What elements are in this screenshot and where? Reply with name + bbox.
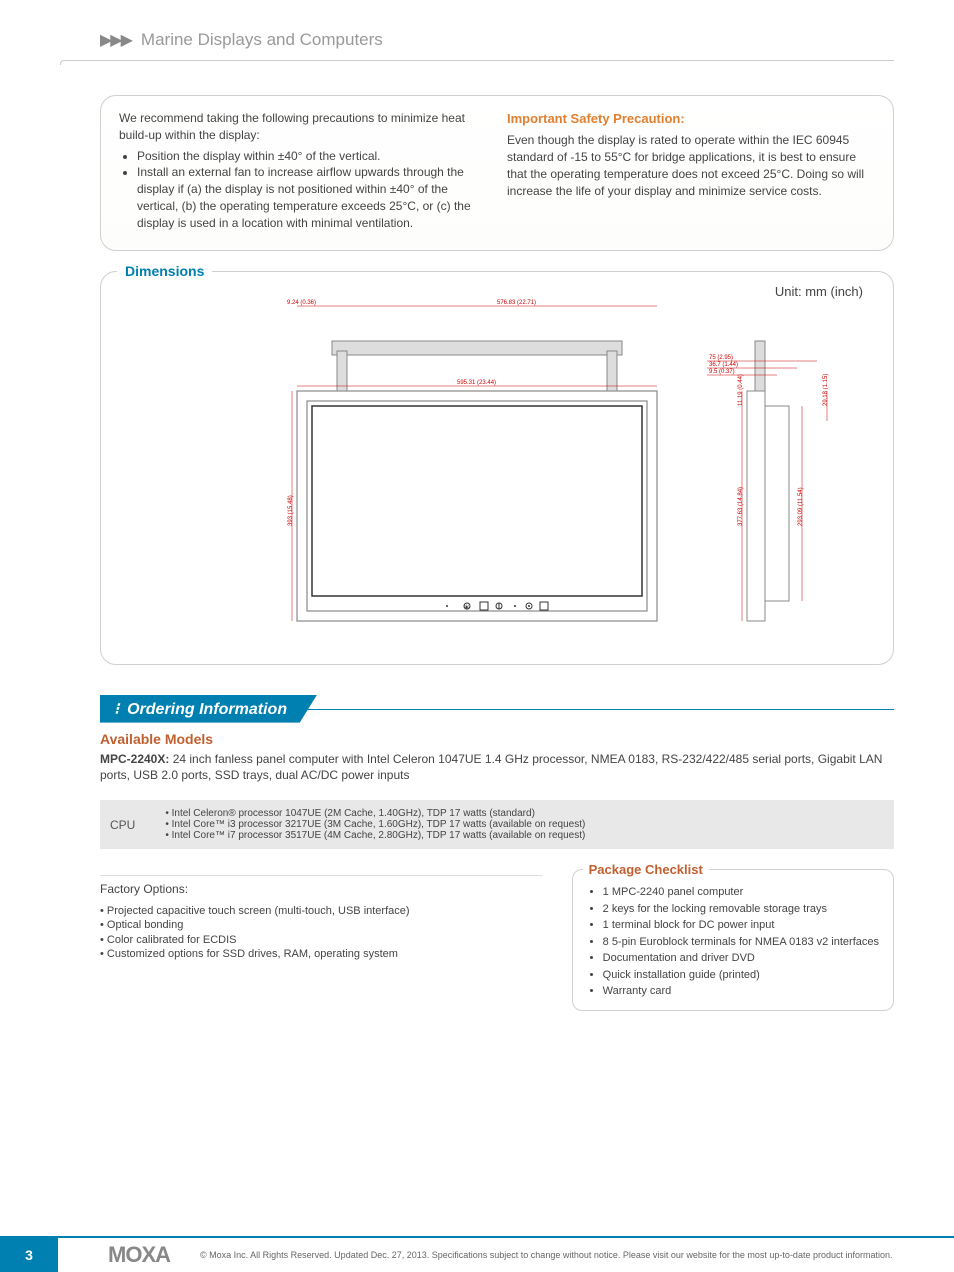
svg-text:☀: ☀ [463, 603, 470, 612]
svg-text:11.19 (0.44): 11.19 (0.44) [738, 374, 744, 406]
footer: 3 MOXA © Moxa Inc. All Rights Reserved. … [0, 1236, 954, 1272]
precaution-item: Position the display within ±40° of the … [137, 148, 487, 165]
model-name: MPC-2240X: [100, 752, 169, 766]
moxa-logo: MOXA [108, 1242, 170, 1268]
precautions-list: Position the display within ±40° of the … [119, 148, 487, 232]
svg-text:9.5 (0.37): 9.5 (0.37) [709, 369, 735, 375]
header-divider [60, 60, 894, 65]
checklist-list: 1 MPC-2240 panel computer 2 keys for the… [587, 884, 879, 1000]
ordering-header-bar: ⁝Ordering Information [100, 695, 894, 723]
dimensions-title: Dimensions [117, 263, 212, 279]
svg-text:9.24 (0.36): 9.24 (0.36) [287, 300, 316, 306]
factory-line: • Color calibrated for ECDIS [100, 933, 542, 947]
ordering-title: ⁝Ordering Information [100, 695, 317, 723]
safety-body: Even though the display is rated to oper… [507, 132, 875, 199]
svg-text:393 (15.48): 393 (15.48) [288, 495, 294, 526]
checklist-title: Package Checklist [583, 862, 709, 877]
factory-line: • Projected capacitive touch screen (mul… [100, 904, 542, 918]
factory-line: • Customized options for SSD drives, RAM… [100, 947, 542, 961]
checklist-item: 8 5-pin Euroblock terminals for NMEA 018… [603, 934, 879, 951]
available-models-title: Available Models [100, 731, 894, 747]
factory-options-title: Factory Options: [100, 875, 542, 896]
safety-title: Important Safety Precaution: [507, 110, 875, 128]
svg-text:576.83 (22.71): 576.83 (22.71) [497, 300, 536, 306]
model-description: MPC-2240X: 24 inch fanless panel compute… [100, 751, 894, 785]
cpu-lines: • Intel Celeron® processor 1047UE (2M Ca… [165, 808, 585, 841]
dimensions-unit: Unit: mm (inch) [775, 284, 863, 299]
safety-precaution: Important Safety Precaution: Even though… [507, 110, 875, 232]
svg-text:377.63 (14.84): 377.63 (14.84) [738, 487, 744, 526]
precautions-box: We recommend taking the following precau… [100, 95, 894, 251]
package-checklist: Package Checklist 1 MPC-2240 panel compu… [572, 869, 894, 1011]
svg-text:75 (2.95): 75 (2.95) [709, 355, 733, 361]
cpu-line: • Intel Core™ i7 processor 3517UE (4M Ca… [165, 830, 585, 841]
copyright-text: © Moxa Inc. All Rights Reserved. Updated… [200, 1250, 954, 1260]
checklist-item: 1 MPC-2240 panel computer [603, 884, 879, 901]
checklist-item: Quick installation guide (printed) [603, 967, 879, 984]
breadcrumb-text: Marine Displays and Computers [141, 30, 383, 50]
svg-text:595.31 (23.44): 595.31 (23.44) [457, 380, 496, 386]
page-number: 3 [0, 1238, 58, 1272]
breadcrumb-arrows-icon: ▶▶▶ [100, 30, 131, 50]
precautions-left: We recommend taking the following precau… [119, 110, 487, 232]
precaution-item: Install an external fan to increase airf… [137, 164, 487, 231]
cpu-line: • Intel Core™ i3 processor 3217UE (3M Ca… [165, 819, 585, 830]
model-desc-text: 24 inch fanless panel computer with Inte… [100, 752, 882, 783]
cpu-options-box: CPU • Intel Celeron® processor 1047UE (2… [100, 800, 894, 849]
dimensions-diagram: ☀ 9.24 (0.36) 576.83 (22.71) 595.31 (23.… [137, 286, 857, 646]
checklist-item: Documentation and driver DVD [603, 950, 879, 967]
precautions-intro: We recommend taking the following precau… [119, 110, 487, 144]
factory-line: • Optical bonding [100, 918, 542, 932]
svg-text:293.09 (11.54): 293.09 (11.54) [798, 487, 804, 526]
svg-text:36.7 (1.44): 36.7 (1.44) [709, 362, 738, 368]
cpu-line: • Intel Celeron® processor 1047UE (2M Ca… [165, 808, 585, 819]
factory-options-list: • Projected capacitive touch screen (mul… [100, 904, 542, 961]
svg-text:29.18 (1.15): 29.18 (1.15) [823, 373, 829, 405]
checklist-item: 1 terminal block for DC power input [603, 917, 879, 934]
breadcrumb: ▶▶▶ Marine Displays and Computers [0, 0, 954, 56]
cpu-label: CPU [110, 818, 135, 832]
dimensions-section: Dimensions Unit: mm (inch) ☀ [100, 271, 894, 665]
checklist-item: 2 keys for the locking removable storage… [603, 901, 879, 918]
checklist-item: Warranty card [603, 983, 879, 1000]
